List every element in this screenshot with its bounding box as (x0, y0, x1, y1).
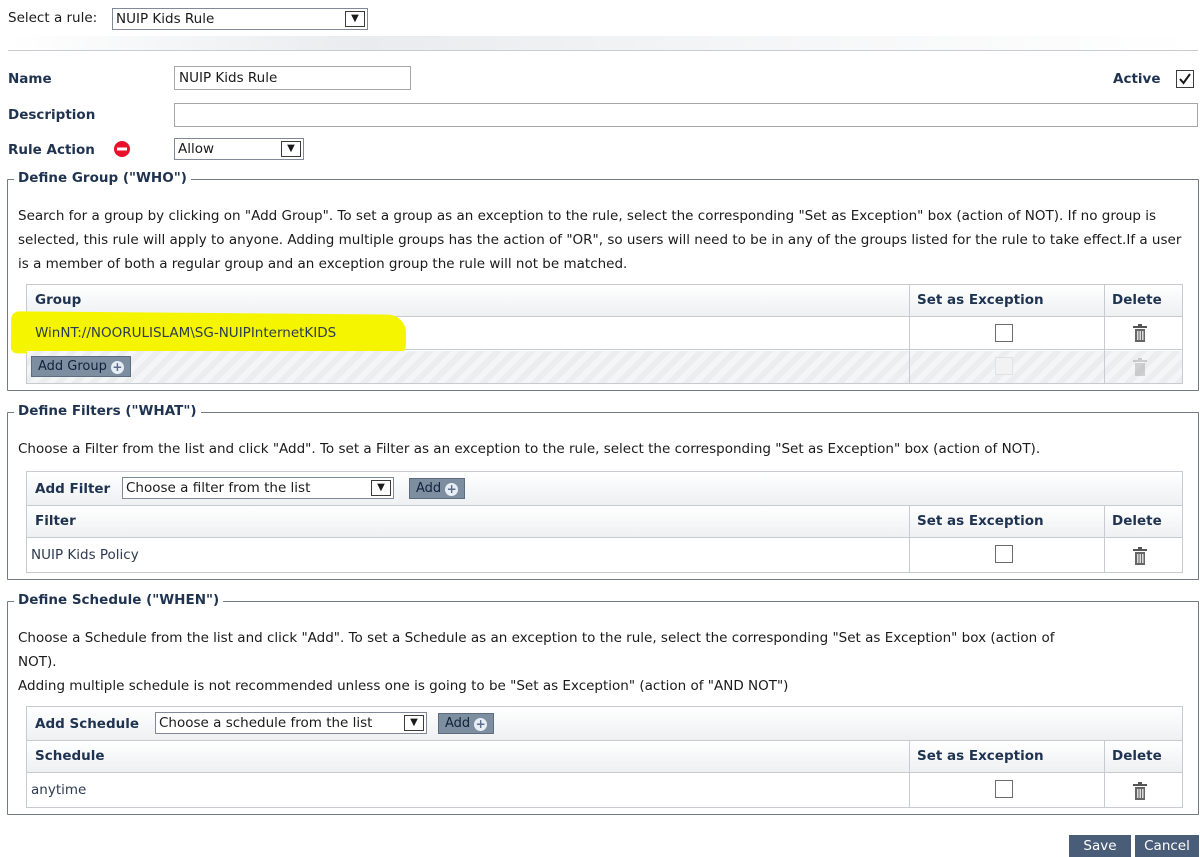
chevron-down-icon: ▼ (371, 480, 391, 496)
rule-select-value: NUIP Kids Rule (116, 11, 215, 27)
header-divider (8, 36, 1198, 50)
chevron-down-icon: ▼ (345, 11, 365, 27)
disabled-checkbox (995, 357, 1013, 375)
table-row: WinNT://NOORULISLAM\SG-NUIPInternetKIDS (10, 311, 1182, 357)
column-divider (909, 773, 910, 807)
plus-icon: + (445, 482, 459, 496)
rule-action-select-value: Allow (178, 141, 215, 157)
filter-section-description: Choose a Filter from the list and click … (18, 441, 1041, 457)
column-divider (1104, 741, 1105, 772)
group-section-legend: Define Group ("WHO") (14, 170, 191, 186)
checkmark-icon (1179, 73, 1191, 85)
schedule-exception-checkbox[interactable] (995, 780, 1013, 798)
group-table: Group Set as Exception Delete WinNT://NO… (10, 284, 1183, 384)
schedule-select-value: Choose a schedule from the list (159, 715, 373, 731)
delete-column-header: Delete (1112, 513, 1162, 529)
column-divider (1104, 773, 1105, 807)
chevron-down-icon: ▼ (404, 715, 424, 731)
table-row: NUIP Kids Policy (27, 538, 1182, 572)
column-divider (909, 506, 910, 537)
add-group-button[interactable]: Add Group + (31, 356, 131, 377)
add-schedule-button[interactable]: Add + (438, 713, 495, 734)
rule-selector-label: Select a rule: (8, 10, 98, 26)
exception-column-header: Set as Exception (917, 513, 1044, 529)
trash-icon[interactable] (1132, 781, 1148, 801)
column-divider (1104, 506, 1105, 537)
column-divider (909, 741, 910, 772)
schedule-select[interactable]: Choose a schedule from the list ▼ (155, 712, 427, 734)
plus-icon: + (110, 360, 124, 374)
add-filter-button[interactable]: Add + (409, 478, 466, 499)
filter-section: Define Filters ("WHAT") Choose a Filter … (7, 403, 1199, 580)
cancel-button[interactable]: Cancel (1135, 835, 1199, 857)
filter-row-name: NUIP Kids Policy (31, 547, 139, 563)
add-filter-button-label: Add (416, 481, 442, 496)
table-row: anytime (27, 773, 1182, 807)
column-divider (909, 285, 910, 383)
chevron-down-icon: ▼ (281, 141, 301, 157)
schedule-table-header: Schedule Set as Exception Delete (27, 741, 1182, 773)
active-checkbox[interactable] (1176, 70, 1194, 88)
header-rule (8, 50, 1198, 51)
add-filter-label: Add Filter (35, 481, 111, 497)
no-entry-icon (114, 141, 130, 157)
filter-select-value: Choose a filter from the list (126, 480, 311, 496)
group-add-row: Add Group + (27, 351, 1182, 383)
schedule-section: Define Schedule ("WHEN") Choose a Schedu… (7, 592, 1199, 815)
filter-table: Add Filter Choose a filter from the list… (26, 471, 1183, 573)
delete-column-header: Delete (1112, 292, 1162, 308)
filter-column-header: Filter (35, 513, 76, 529)
name-label: Name (8, 71, 52, 87)
rule-select[interactable]: NUIP Kids Rule ▼ (112, 8, 368, 30)
add-schedule-label: Add Schedule (35, 716, 140, 732)
name-field[interactable]: NUIP Kids Rule (174, 66, 411, 90)
group-section-description: Search for a group by clicking on "Add G… (18, 208, 1182, 272)
description-field[interactable] (174, 103, 1198, 127)
schedule-column-header: Schedule (35, 748, 105, 764)
active-label: Active (1113, 71, 1161, 87)
rule-action-select[interactable]: Allow ▼ (174, 138, 304, 160)
name-field-value: NUIP Kids Rule (179, 70, 278, 86)
schedule-section-legend: Define Schedule ("WHEN") (14, 592, 224, 608)
trash-icon[interactable] (1132, 323, 1148, 343)
column-divider (1104, 538, 1105, 572)
trash-icon[interactable] (1132, 546, 1148, 566)
plus-icon: + (474, 717, 488, 731)
filter-exception-checkbox[interactable] (995, 545, 1013, 563)
description-label: Description (8, 107, 96, 123)
add-schedule-button-label: Add (445, 716, 471, 731)
rule-action-label: Rule Action (8, 142, 95, 158)
schedule-add-bar: Add Schedule Choose a schedule from the … (27, 707, 1182, 741)
delete-column-header: Delete (1112, 748, 1162, 764)
group-row-name: WinNT://NOORULISLAM\SG-NUIPInternetKIDS (35, 325, 337, 341)
filter-section-legend: Define Filters ("WHAT") (14, 403, 201, 419)
column-divider (1104, 285, 1105, 383)
column-divider (909, 538, 910, 572)
schedule-section-description-2: NOT). (18, 654, 57, 670)
group-section: Define Group ("WHO") Search for a group … (7, 170, 1199, 391)
exception-column-header: Set as Exception (917, 292, 1044, 308)
schedule-section-description-3: Adding multiple schedule is not recommen… (18, 678, 789, 694)
filter-table-header: Filter Set as Exception Delete (27, 506, 1182, 538)
exception-column-header: Set as Exception (917, 748, 1044, 764)
schedule-section-description-1: Choose a Schedule from the list and clic… (18, 630, 1055, 646)
trash-icon (1133, 358, 1147, 376)
group-exception-checkbox[interactable] (995, 324, 1013, 342)
filter-add-bar: Add Filter Choose a filter from the list… (27, 472, 1182, 506)
schedule-table: Add Schedule Choose a schedule from the … (26, 706, 1183, 808)
schedule-row-name: anytime (31, 782, 87, 798)
add-group-button-label: Add Group (38, 359, 107, 374)
save-button[interactable]: Save (1069, 835, 1131, 857)
filter-select[interactable]: Choose a filter from the list ▼ (122, 477, 394, 499)
